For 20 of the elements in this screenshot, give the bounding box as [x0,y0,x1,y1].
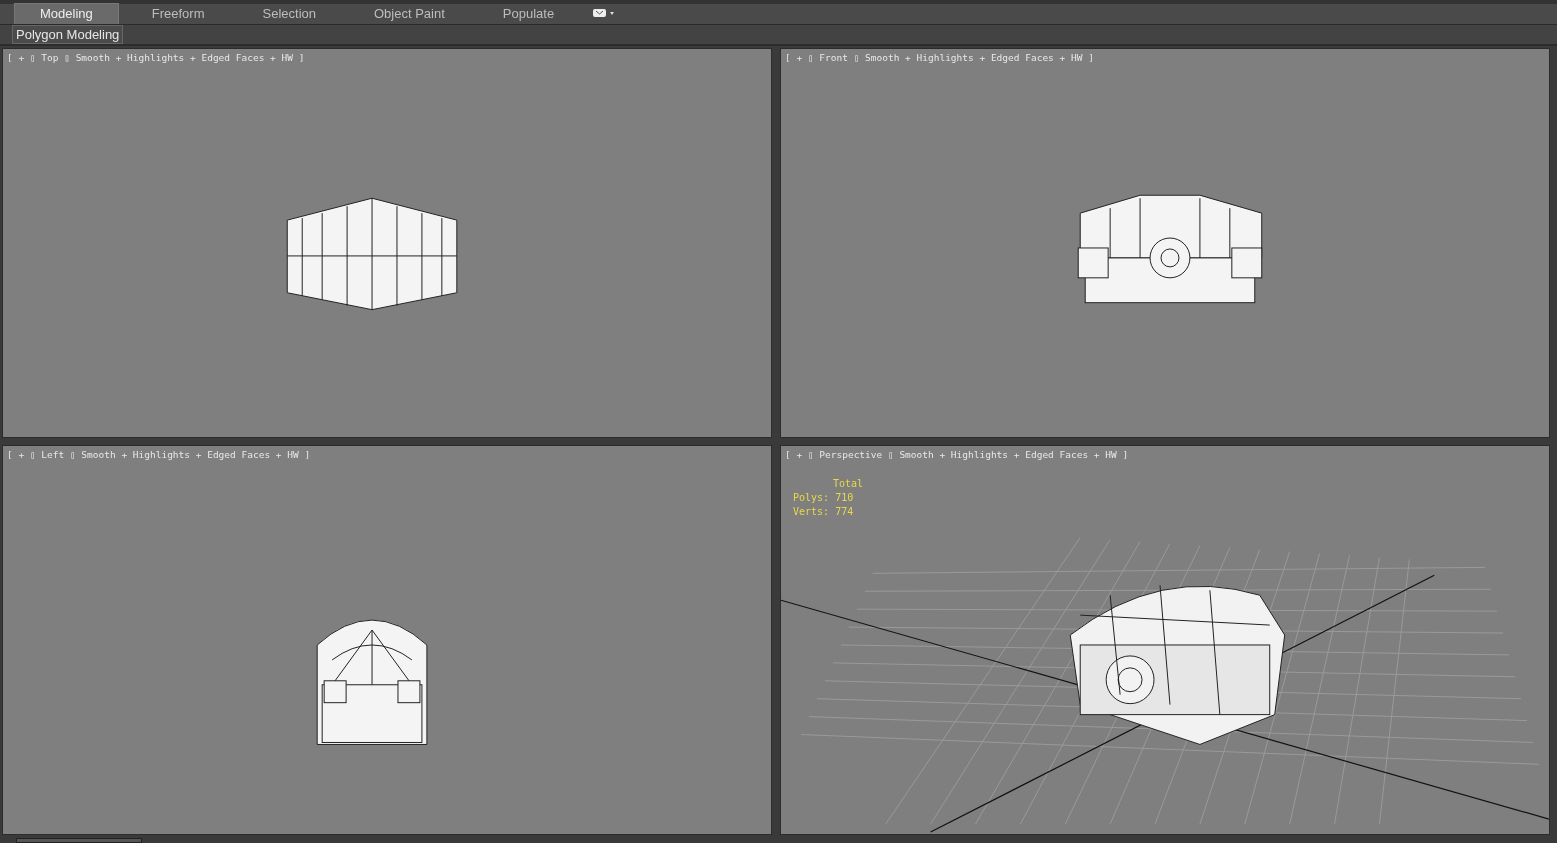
viewport[interactable]: [ + ▯ Perspective ▯ Smooth + Highlights + Edged Faces + HW ] Total Polys: 710 Verts: 774 [780,445,1550,835]
viewport[interactable]: [ + ▯ Front ▯ Smooth + Highlights + Edged Faces + HW ] [780,48,1550,438]
stats-label: Verts: [793,506,830,517]
dropdown-icon[interactable] [593,8,616,18]
stats-title: Total [832,478,864,489]
stats-value: 710 [835,492,854,503]
viewport[interactable]: [ + ▯ Left ▯ Smooth + Highlights + Edged Faces + HW ] [2,445,772,835]
viewport-label[interactable]: [ + ▯ Top ▯ Smooth + Highlights + Edged Faces + HW ] [7,52,305,63]
viewport-label[interactable]: [ + ▯ Left ▯ Smooth + Highlights + Edged Faces + HW ] [7,449,311,460]
stats-label: Polys: [793,492,830,503]
panel-button[interactable]: Polygon Modeling [12,25,124,44]
viewport-label[interactable]: [ + ▯ Perspective ▯ Smooth + Highlights + Edged Faces + HW ] [785,449,1129,460]
ribbon-tab[interactable]: Selection [237,4,341,24]
ribbon-tab[interactable]: Object Paint [349,4,470,24]
ribbon-tab[interactable]: Freeform [126,4,230,24]
ribbon-tab[interactable]: Modeling [14,3,119,24]
viewport[interactable]: [ + ▯ Top ▯ Smooth + Highlights + Edged Faces + HW ] [2,48,772,438]
viewport-label[interactable]: [ + ▯ Front ▯ Smooth + Highlights + Edged Faces + HW ] [785,52,1094,63]
ribbon-tab[interactable]: Populate [477,4,580,24]
stats-value: 774 [835,506,854,517]
